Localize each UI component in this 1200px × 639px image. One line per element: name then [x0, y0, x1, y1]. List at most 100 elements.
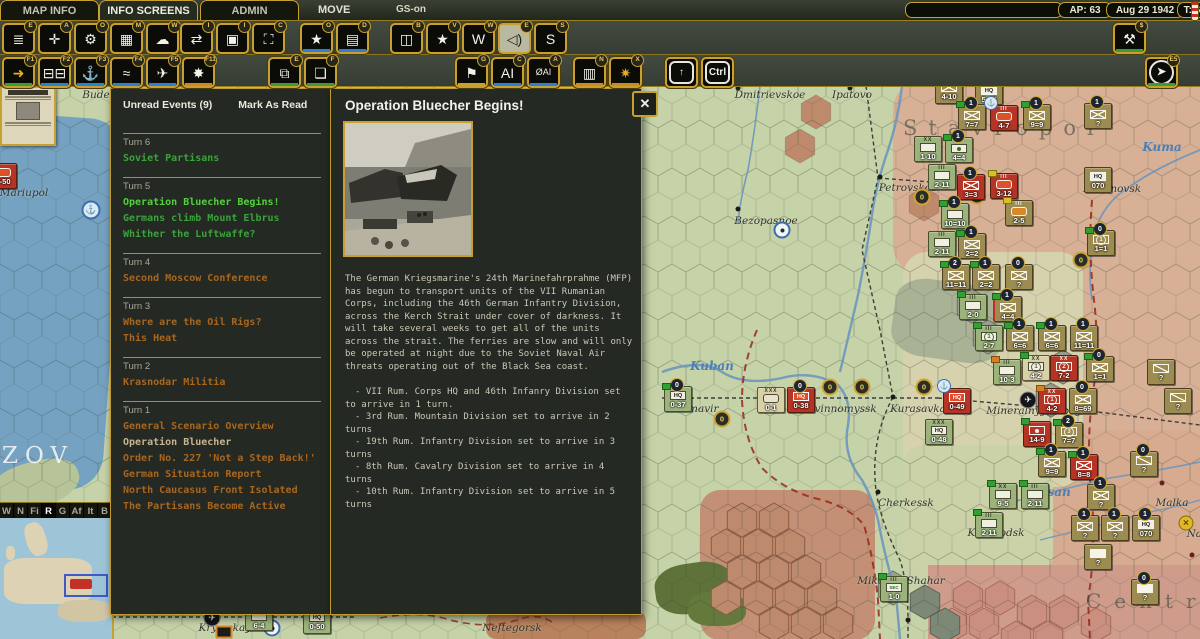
- unit-counter[interactable]: III10=101: [941, 203, 969, 229]
- air-superiority-icon[interactable]: ★O: [300, 23, 333, 54]
- event-list-item[interactable]: German Situation Report: [123, 467, 321, 483]
- nationality-filter-r[interactable]: R: [42, 503, 56, 519]
- nationality-filter-n[interactable]: N: [14, 503, 28, 519]
- events-screen-icon[interactable]: ◁)E: [498, 23, 531, 54]
- shift-key-icon[interactable]: ↑: [665, 57, 698, 88]
- unit-counter[interactable]: III?1: [1071, 515, 1099, 541]
- ground-attack-icon[interactable]: ✸F11: [182, 57, 215, 88]
- nationality-filter-it[interactable]: It: [84, 503, 98, 519]
- newspaper-thumbnail[interactable]: [0, 86, 56, 146]
- unit-counter[interactable]: III?1: [1101, 515, 1129, 541]
- ai-off-icon[interactable]: ØAIA: [527, 57, 560, 88]
- unit-counter[interactable]: ?: [1147, 359, 1175, 385]
- unit-counter[interactable]: III2-0: [959, 294, 987, 320]
- unit-counter[interactable]: III1=10: [1086, 356, 1114, 382]
- window-mode-icon[interactable]: ❏F: [304, 57, 337, 88]
- screenshot-icon[interactable]: ⛶C: [252, 23, 285, 54]
- gs-toggle[interactable]: GS-on: [396, 4, 426, 15]
- sea-move-icon[interactable]: ⚓F3: [74, 57, 107, 88]
- nationality-filter-g[interactable]: G: [56, 503, 70, 519]
- weather-icon[interactable]: ☁W: [146, 23, 179, 54]
- unit-counter[interactable]: III2-11: [928, 231, 956, 257]
- unit-counter[interactable]: IIISEC1-0: [880, 576, 908, 602]
- event-list-item[interactable]: Krasnodar Militia: [123, 375, 321, 391]
- nationality-filter-af[interactable]: Af: [70, 503, 84, 519]
- unit-counter[interactable]: HQ0-380: [787, 387, 815, 413]
- unit-counter[interactable]: ?: [1084, 544, 1112, 570]
- unit-counter[interactable]: III2-5: [1005, 200, 1033, 226]
- unit-counter[interactable]: III4=41: [945, 137, 973, 163]
- event-list-item[interactable]: Soviet Partisans: [123, 151, 321, 167]
- statistics-icon[interactable]: ▦M: [110, 23, 143, 54]
- end-move-icon[interactable]: ➜F1: [2, 57, 35, 88]
- unit-organization-icon[interactable]: ⧉E: [268, 57, 301, 88]
- close-icon[interactable]: ✕: [632, 91, 658, 117]
- event-list-item[interactable]: The Partisans Become Active: [123, 499, 321, 515]
- airstrike-icon[interactable]: ✷X: [609, 57, 642, 88]
- unit-counter[interactable]: III2=21: [958, 233, 986, 259]
- unit-counter[interactable]: III9=91: [1023, 104, 1051, 130]
- unit-counter[interactable]: 37=72: [1055, 422, 1083, 448]
- unit-counter[interactable]: XX27-2: [1050, 355, 1078, 381]
- unit-counter[interactable]: III?0: [1005, 264, 1033, 290]
- tab-admin[interactable]: ADMIN: [200, 0, 299, 20]
- unit-counter[interactable]: III4-7⚓: [990, 105, 1018, 131]
- unit-counter[interactable]: ?: [1164, 388, 1192, 414]
- unit-counter[interactable]: XX9-5: [989, 483, 1017, 509]
- unit-counter[interactable]: 0-50: [0, 163, 17, 189]
- event-list-item[interactable]: Second Moscow Conference: [123, 271, 321, 287]
- event-list-item[interactable]: North Caucasus Front Isolated: [123, 483, 321, 499]
- mark-as-read-button[interactable]: Mark As Read: [238, 99, 307, 111]
- unit-counter[interactable]: HQ070: [1084, 167, 1112, 193]
- unit-counter[interactable]: III11=111: [1070, 325, 1098, 351]
- unit-counter[interactable]: III6=61: [1006, 325, 1034, 351]
- event-list-item[interactable]: Whither the Luftwaffe?: [123, 227, 321, 243]
- unit-counter[interactable]: III8=81: [1070, 454, 1098, 480]
- unit-counter[interactable]: XXX0-1: [757, 387, 785, 413]
- nationality-filter-w[interactable]: W: [0, 503, 14, 519]
- unit-counter[interactable]: ?0: [1131, 579, 1159, 605]
- preferences-icon[interactable]: ⚙O: [74, 23, 107, 54]
- unit-counter[interactable]: III12-7: [975, 325, 1003, 351]
- air-doctrine-icon[interactable]: ▤D: [336, 23, 369, 54]
- unit-counter[interactable]: XX1-10: [914, 136, 942, 162]
- unit-counter[interactable]: III10-3: [993, 359, 1021, 385]
- unit-counter[interactable]: XXXHQ0-48: [925, 419, 953, 445]
- event-list-item[interactable]: General Scenario Overview: [123, 419, 321, 435]
- unit-counter[interactable]: III?1: [1084, 103, 1112, 129]
- event-list-item[interactable]: Operation Bluecher: [123, 435, 321, 451]
- minimap-viewport[interactable]: [64, 574, 108, 597]
- unit-report-icon[interactable]: ▥N: [573, 57, 606, 88]
- unit-counter[interactable]: III3=31: [957, 174, 985, 200]
- unit-counter[interactable]: III11=112: [942, 264, 970, 290]
- event-list-item[interactable]: Operation Bluecher Begins!: [123, 195, 321, 211]
- rail-move-icon[interactable]: ⊟⊟F2: [38, 57, 71, 88]
- next-turn-icon[interactable]: ➤E5: [1145, 57, 1178, 88]
- victory-screen-icon[interactable]: ★V: [426, 23, 459, 54]
- picture-library-icon[interactable]: ▣I: [216, 23, 249, 54]
- unit-counter[interactable]: III?1: [1087, 484, 1115, 510]
- war-report-icon[interactable]: WW: [462, 23, 495, 54]
- ctrl-key-icon[interactable]: Ctrl: [701, 57, 734, 88]
- event-list-item[interactable]: Where are the Oil Rigs?: [123, 315, 321, 331]
- scenario-notes-icon[interactable]: SS: [534, 23, 567, 54]
- ai-assist-icon[interactable]: AIC: [491, 57, 524, 88]
- unit-counter[interactable]: III6=61: [1038, 325, 1066, 351]
- unit-counter[interactable]: XX14-2: [1038, 388, 1066, 414]
- event-list-item[interactable]: Order No. 227 'Not a Step Back!': [123, 451, 321, 467]
- unit-counter[interactable]: III2-11: [975, 512, 1003, 538]
- nationality-filter-fi[interactable]: Fi: [28, 503, 42, 519]
- reinforcements-icon[interactable]: ✛A: [38, 23, 71, 54]
- unit-counter[interactable]: III3-12: [990, 173, 1018, 199]
- unit-counter[interactable]: III2-11: [1021, 483, 1049, 509]
- tab-info-screens[interactable]: INFO SCREENS: [99, 0, 198, 20]
- strategic-minimap[interactable]: [0, 518, 114, 639]
- event-log-icon[interactable]: ≣E: [2, 23, 35, 54]
- unit-counter[interactable]: XX14-2: [1022, 355, 1050, 381]
- unit-counter[interactable]: ?0: [1130, 451, 1158, 477]
- flag-control-icon[interactable]: ⚑G: [455, 57, 488, 88]
- transfer-icon[interactable]: ⇄I: [180, 23, 213, 54]
- unit-counter[interactable]: III9=91: [1038, 451, 1066, 477]
- oob-browser-icon[interactable]: ◫B: [390, 23, 423, 54]
- unit-counter[interactable]: HQ0-370: [664, 386, 692, 412]
